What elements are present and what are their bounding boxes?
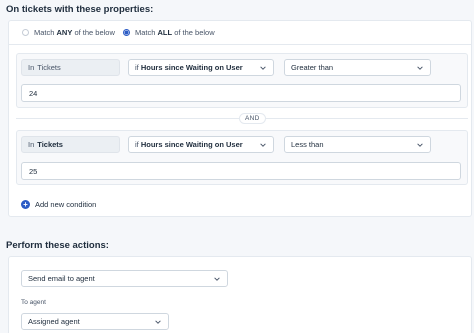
action-type-select[interactable]: Send email to agent [21,270,228,287]
condition-1-operator-select[interactable]: Greater than [284,59,431,76]
condition-1-scope: In Tickets [21,59,120,76]
match-any-label: Match ANY of the below [34,28,115,37]
condition-1-value-input[interactable]: 24 [21,84,461,102]
chevron-down-icon [417,142,423,147]
match-all-radio[interactable] [123,29,130,36]
chevron-down-icon [214,276,220,281]
match-all-option[interactable]: Match ALL of the below [123,28,215,37]
match-all-label: Match ALL of the below [135,28,215,37]
add-condition-button[interactable]: + Add new condition [21,200,96,209]
chevron-down-icon [260,142,266,147]
match-any-radio[interactable] [22,29,29,36]
condition-2-value-input[interactable]: 25 [21,162,461,180]
chevron-down-icon [155,319,161,324]
condition-2-operator-select[interactable]: Less than [284,136,431,153]
actions-heading: Perform these actions: [6,240,109,251]
add-condition-label: Add new condition [35,200,97,209]
plus-circle-icon: + [21,200,30,209]
match-any-option[interactable]: Match ANY of the below [22,28,115,37]
agent-select[interactable]: Assigned agent [21,313,169,330]
chevron-down-icon [260,65,266,70]
divider [8,44,472,45]
condition-2-scope: In Tickets [21,136,120,153]
condition-2-field-select[interactable]: if Hours since Waiting on User [128,136,274,153]
condition-1-field-select[interactable]: if Hours since Waiting on User [128,59,274,76]
to-agent-label: To agent [21,299,46,306]
chevron-down-icon [417,65,423,70]
and-badge: AND [239,113,266,124]
conditions-heading: On tickets with these properties: [6,4,154,15]
